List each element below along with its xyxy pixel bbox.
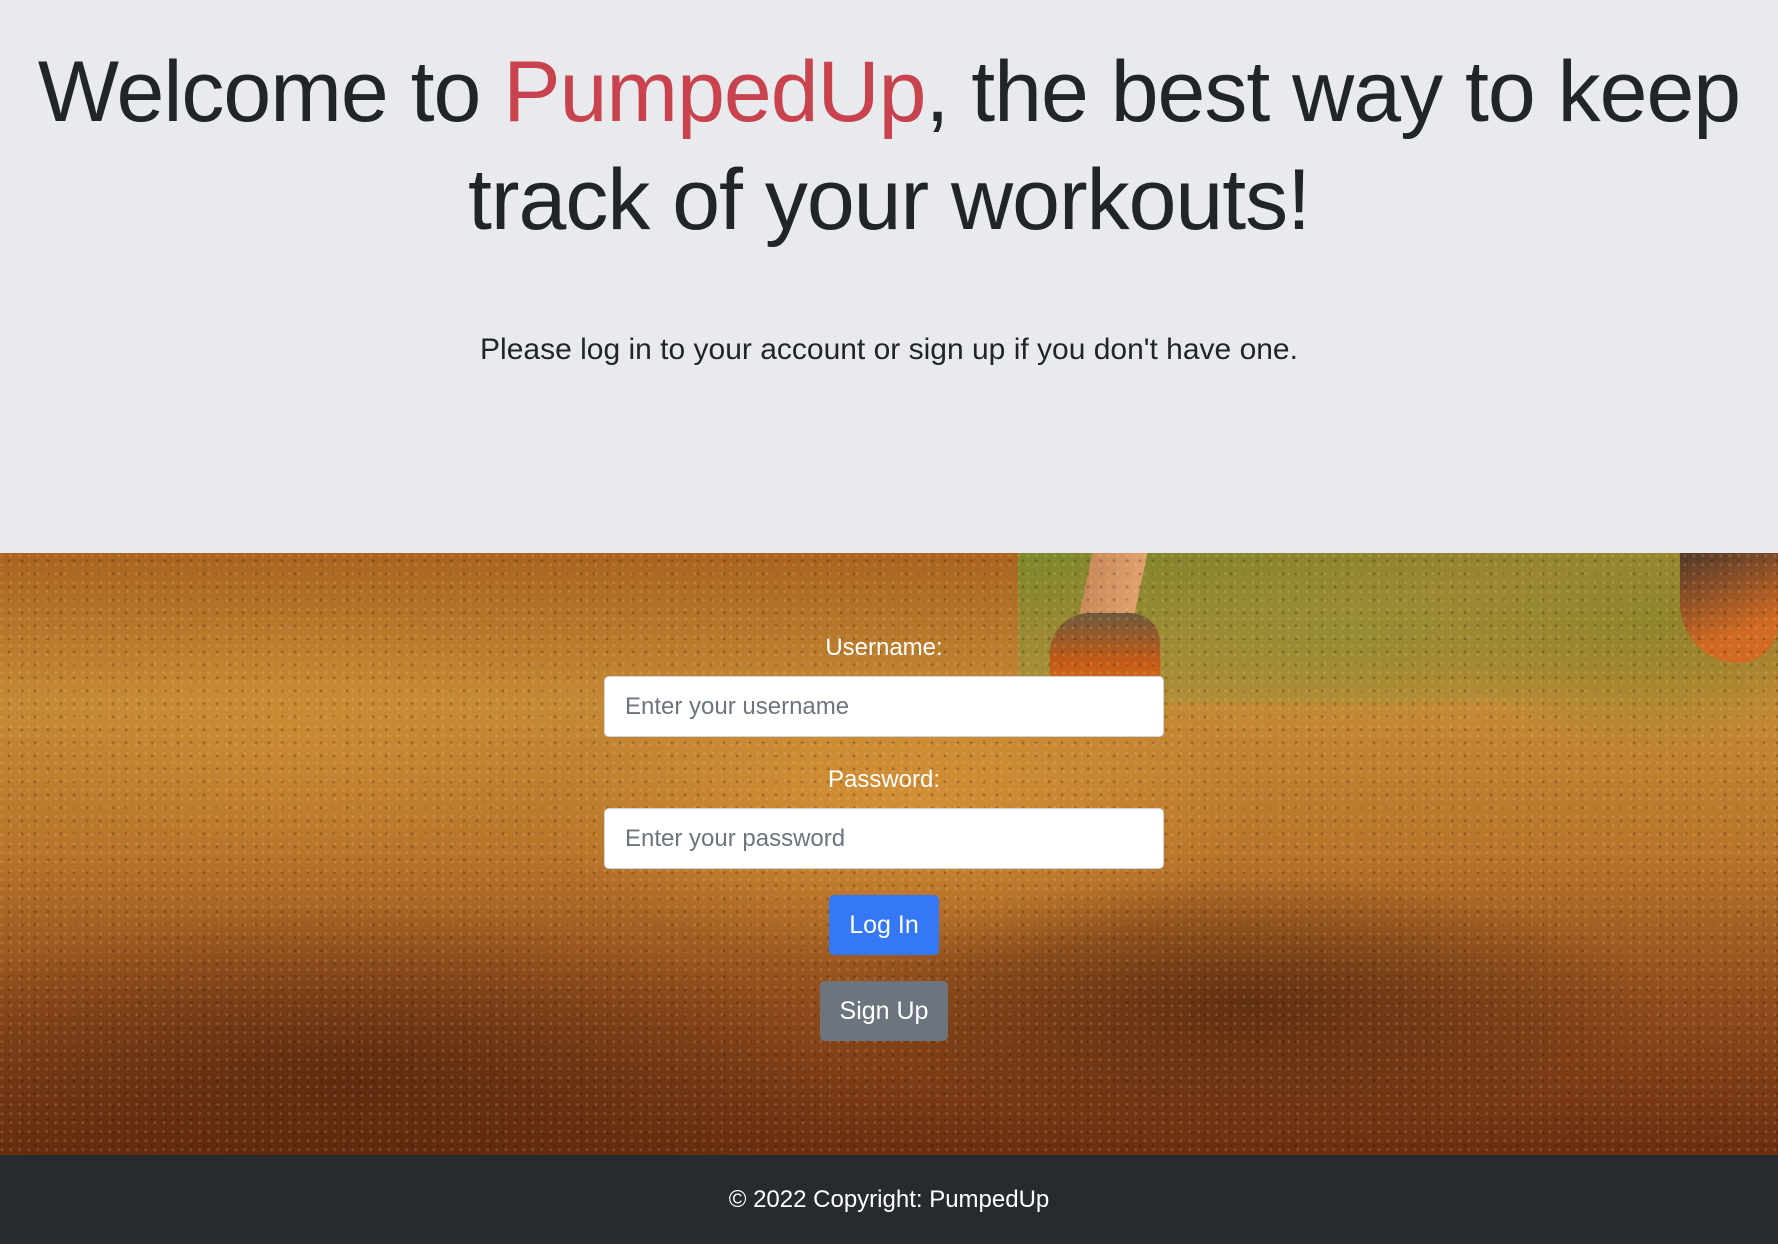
username-label: Username: — [825, 634, 943, 661]
password-label: Password: — [827, 766, 941, 793]
signup-button[interactable]: Sign Up — [819, 981, 949, 1041]
password-input[interactable] — [604, 808, 1164, 869]
login-button-row: Log In — [604, 869, 1164, 955]
signup-button-row: Sign Up — [604, 955, 1164, 1041]
page-title: Welcome to PumpedUp, the best way to kee… — [20, 38, 1758, 254]
username-input[interactable] — [604, 676, 1164, 737]
login-button[interactable]: Log In — [829, 895, 939, 955]
brand-name: PumpedUp — [503, 44, 926, 140]
page-subtitle: Please log in to your account or sign up… — [480, 333, 1298, 366]
login-form: Username: Password: Log In Sign Up — [604, 630, 1164, 1041]
footer: © 2022 Copyright: PumpedUp — [0, 1155, 1778, 1244]
hero-section: Welcome to PumpedUp, the best way to kee… — [0, 0, 1778, 553]
title-prefix: Welcome to — [37, 44, 504, 140]
login-page: Welcome to PumpedUp, the best way to kee… — [0, 0, 1778, 1244]
copyright-text: © 2022 Copyright: PumpedUp — [728, 1186, 1050, 1213]
